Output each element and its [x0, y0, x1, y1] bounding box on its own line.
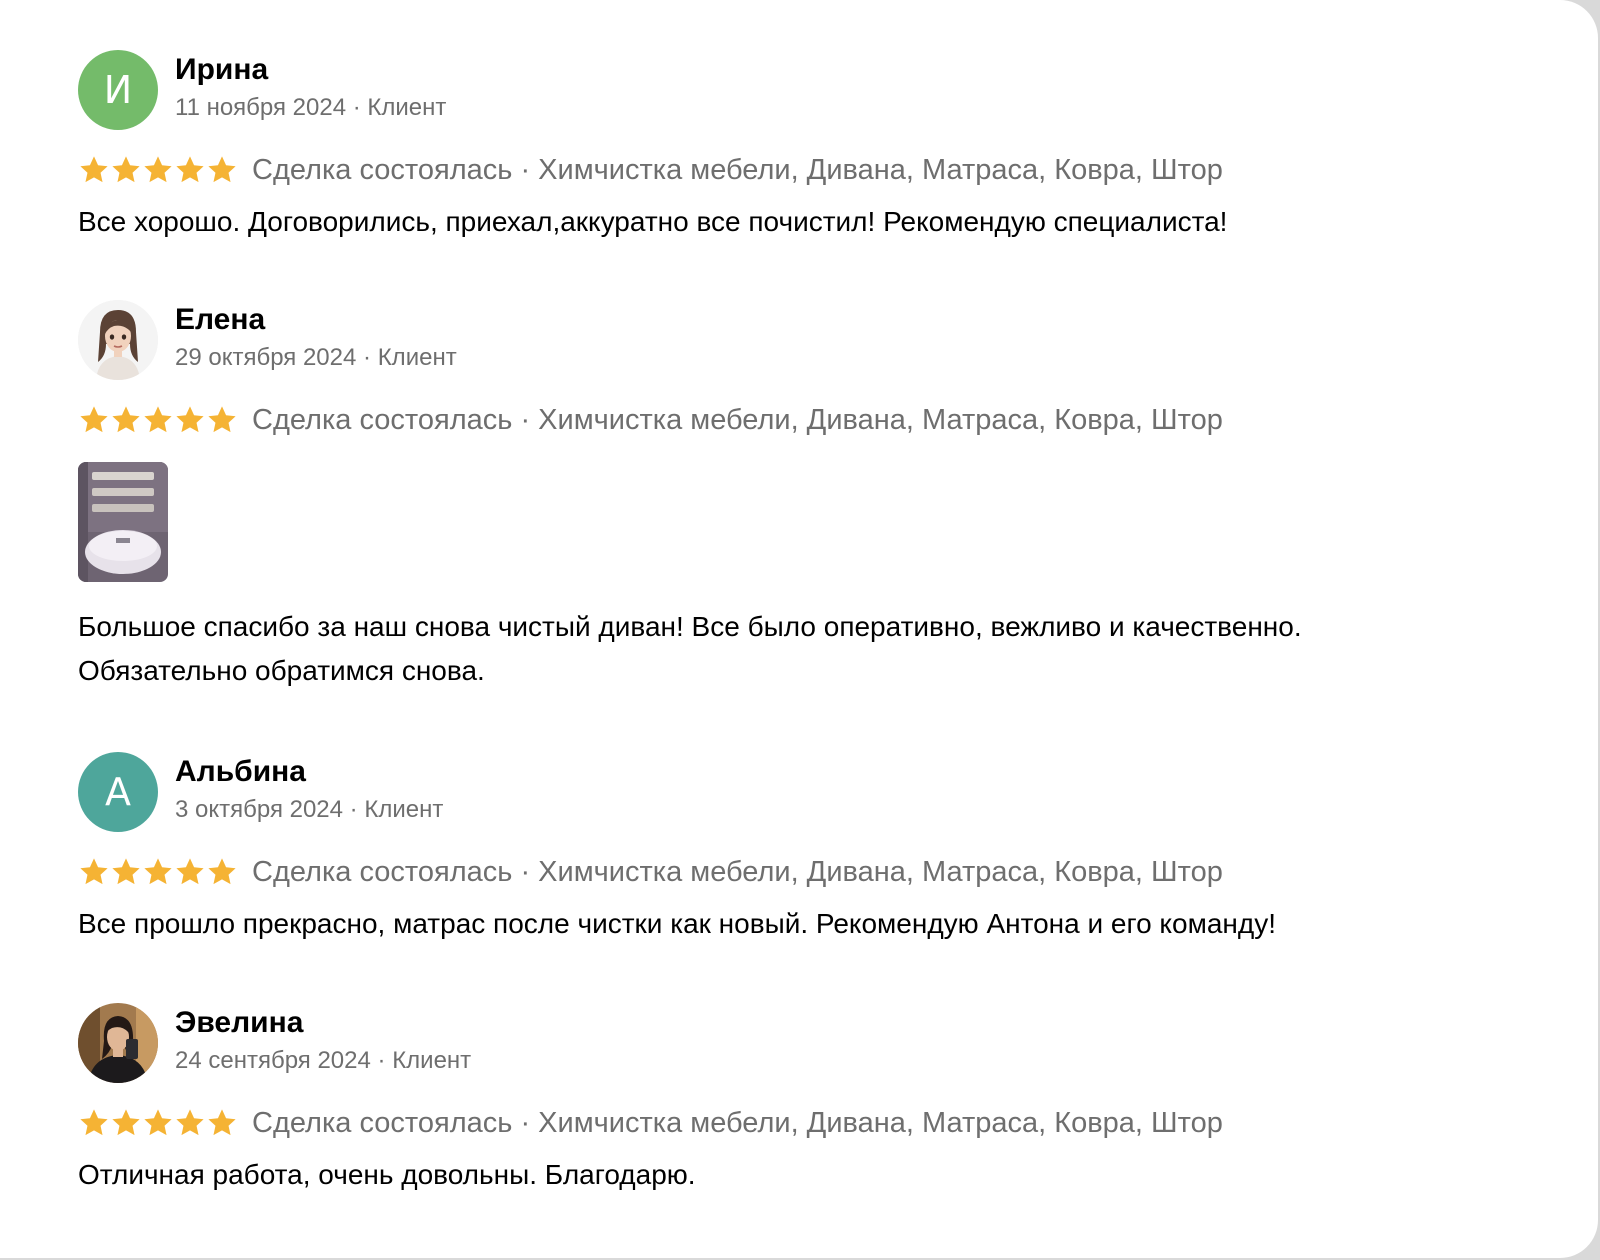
sofa-photo-thumbnail[interactable]	[78, 462, 168, 582]
review-text: Все прошло прекрасно, матрас после чистк…	[78, 908, 1276, 939]
star-icon	[206, 154, 238, 186]
meta-separator: ·	[349, 796, 358, 823]
star-icon	[78, 154, 110, 186]
reviewer-name[interactable]: Ирина	[175, 53, 268, 87]
star-rating	[78, 404, 238, 436]
star-icon	[142, 154, 174, 186]
star-icon	[174, 404, 206, 436]
rating-line: Сделка состоялась · Химчистка мебели, Ди…	[78, 152, 1223, 188]
star-icon	[110, 404, 142, 436]
user-photo-avatar	[78, 1003, 158, 1083]
star-icon	[206, 856, 238, 888]
reviewer-role: Клиент	[377, 344, 457, 371]
reviewer-name[interactable]: Елена	[175, 303, 265, 337]
service-name: Химчистка мебели, Дивана, Матраса, Ковра…	[538, 403, 1223, 436]
star-icon	[78, 404, 110, 436]
service-name: Химчистка мебели, Дивана, Матраса, Ковра…	[538, 855, 1223, 888]
review-meta: 3 октября 2024 · Клиент	[175, 796, 443, 824]
star-icon	[206, 1107, 238, 1139]
star-icon	[142, 1107, 174, 1139]
review-date: 11 ноября 2024	[175, 94, 347, 121]
avatar-letter: И	[103, 68, 133, 112]
meta-separator: ·	[377, 1047, 386, 1074]
rating-line: Сделка состоялась · Химчистка мебели, Ди…	[78, 1105, 1223, 1141]
star-icon	[142, 404, 174, 436]
deal-separator: ·	[520, 153, 531, 186]
review-text-line: Большое спасибо за наш снова чистый дива…	[78, 611, 1302, 642]
avatar-letter: А	[105, 770, 131, 814]
reviewer-name[interactable]: Альбина	[175, 755, 306, 789]
review-date: 29 октября 2024	[175, 344, 357, 371]
star-icon	[206, 404, 238, 436]
star-icon	[78, 856, 110, 888]
star-icon	[174, 856, 206, 888]
deal-status: Сделка состоялась	[252, 855, 513, 888]
reviewer-role: Клиент	[367, 94, 447, 121]
star-icon	[110, 1107, 142, 1139]
avatar: И	[78, 50, 158, 130]
rating-line: Сделка состоялась · Химчистка мебели, Ди…	[78, 854, 1223, 890]
deal-separator: ·	[520, 1106, 531, 1139]
review-meta: 11 ноября 2024 · Клиент	[175, 94, 446, 122]
star-icon	[78, 1107, 110, 1139]
service-name: Химчистка мебели, Дивана, Матраса, Ковра…	[538, 1106, 1223, 1139]
avatar: А	[78, 752, 158, 832]
review-meta: 29 октября 2024 · Клиент	[175, 344, 457, 372]
deal-separator: ·	[520, 855, 531, 888]
review-meta: 24 сентября 2024 · Клиент	[175, 1047, 471, 1075]
deal-separator: ·	[520, 403, 531, 436]
service-name: Химчистка мебели, Дивана, Матраса, Ковра…	[538, 153, 1223, 186]
star-icon	[174, 154, 206, 186]
cartoon-woman-avatar	[78, 300, 158, 380]
deal-status: Сделка состоялась	[252, 1106, 513, 1139]
star-icon	[174, 1107, 206, 1139]
meta-separator: ·	[363, 344, 372, 371]
reviewer-role: Клиент	[364, 796, 444, 823]
meta-separator: ·	[352, 94, 361, 121]
review-text: Все хорошо. Договорились, приехал,аккура…	[78, 206, 1228, 237]
review-date: 3 октября 2024	[175, 796, 343, 823]
deal-status: Сделка состоялась	[252, 153, 513, 186]
star-rating	[78, 1107, 238, 1139]
rating-line: Сделка состоялась · Химчистка мебели, Ди…	[78, 402, 1223, 438]
review-date: 24 сентября 2024	[175, 1047, 371, 1074]
review-text-line: Обязательно обратимся снова.	[78, 655, 485, 686]
star-icon	[142, 856, 174, 888]
review-text: Большое спасибо за наш снова чистый дива…	[78, 605, 1302, 693]
star-rating	[78, 856, 238, 888]
reviewer-name[interactable]: Эвелина	[175, 1006, 303, 1040]
star-icon	[110, 154, 142, 186]
star-icon	[110, 856, 142, 888]
reviewer-role: Клиент	[392, 1047, 472, 1074]
star-rating	[78, 154, 238, 186]
review-text: Отличная работа, очень довольны. Благода…	[78, 1159, 696, 1190]
deal-status: Сделка состоялась	[252, 403, 513, 436]
reviews-card: И Ирина 11 ноября 2024 · Клиент Сделка с…	[0, 0, 1598, 1258]
